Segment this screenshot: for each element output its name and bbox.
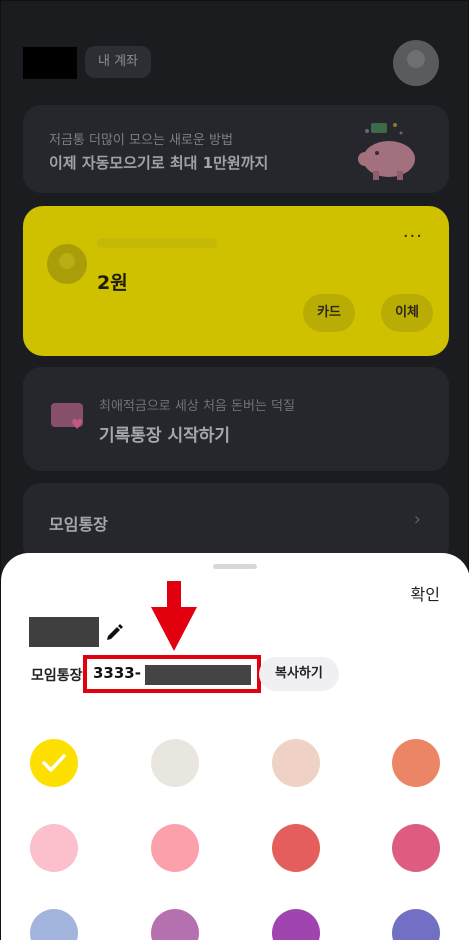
promo-title: 이제 자동모으기로 최대 1만원까지 xyxy=(49,154,269,172)
account-avatar xyxy=(47,244,87,284)
sheet-drag-handle[interactable] xyxy=(213,564,257,569)
profile-avatar[interactable] xyxy=(393,40,439,86)
color-swatch[interactable] xyxy=(272,824,320,872)
copy-button[interactable]: 복사하기 xyxy=(259,657,339,691)
chevron-right-icon: › xyxy=(413,509,421,530)
redacted-account-digits xyxy=(145,665,251,685)
heart-icon: ♥ xyxy=(71,417,84,433)
account-type-label: 모임통장 xyxy=(31,668,83,684)
redacted-user-name xyxy=(23,47,77,79)
account-number-highlight: 3333- xyxy=(83,655,261,693)
color-swatch[interactable] xyxy=(151,909,199,940)
group-account-row[interactable]: 모임통장 › xyxy=(23,483,449,563)
color-swatch[interactable] xyxy=(392,909,440,940)
color-swatch[interactable] xyxy=(151,824,199,872)
diary-title: 기록통장 시작하기 xyxy=(99,426,231,446)
promo-subtitle: 저금통 더많이 모으는 새로운 방법 xyxy=(49,133,233,148)
color-swatch[interactable] xyxy=(30,824,78,872)
color-swatch[interactable] xyxy=(30,739,78,787)
account-settings-sheet: 확인 모임통장 3333- 복사하기 xyxy=(1,553,469,940)
piggy-bank-icon xyxy=(358,123,415,180)
annotation-arrow-icon xyxy=(151,581,197,651)
more-options-icon[interactable]: ··· xyxy=(403,226,423,247)
diary-subtitle: 최애적금으로 세상 처음 돈버는 덕질 xyxy=(99,399,295,414)
color-swatch[interactable] xyxy=(30,909,78,940)
promo-banner[interactable]: 저금통 더많이 모으는 새로운 방법 이제 자동모으기로 최대 1만원까지 xyxy=(23,105,449,193)
color-swatch[interactable] xyxy=(392,739,440,787)
color-swatch[interactable] xyxy=(272,739,320,787)
diary-account-banner[interactable]: ♥ 최애적금으로 세상 처음 돈버는 덕질 기록통장 시작하기 xyxy=(23,367,449,471)
color-swatch[interactable] xyxy=(151,739,199,787)
main-account-card[interactable]: ··· 2원 카드 이체 xyxy=(23,206,449,356)
my-account-chip[interactable]: 내 계좌 xyxy=(85,46,152,78)
account-name-placeholder xyxy=(97,238,217,248)
confirm-button[interactable]: 확인 xyxy=(411,581,440,605)
header: 내 계좌 xyxy=(23,40,449,86)
card-button[interactable]: 카드 xyxy=(303,294,355,332)
pencil-icon[interactable] xyxy=(105,621,123,641)
color-swatch[interactable] xyxy=(272,909,320,940)
checkmark-icon xyxy=(42,754,66,772)
transfer-button[interactable]: 이체 xyxy=(381,294,433,332)
account-number: 3333- xyxy=(93,664,141,682)
redacted-account-nickname xyxy=(29,617,99,647)
color-swatch[interactable] xyxy=(392,824,440,872)
group-account-label: 모임통장 xyxy=(49,515,108,534)
account-balance: 2원 xyxy=(97,272,128,294)
